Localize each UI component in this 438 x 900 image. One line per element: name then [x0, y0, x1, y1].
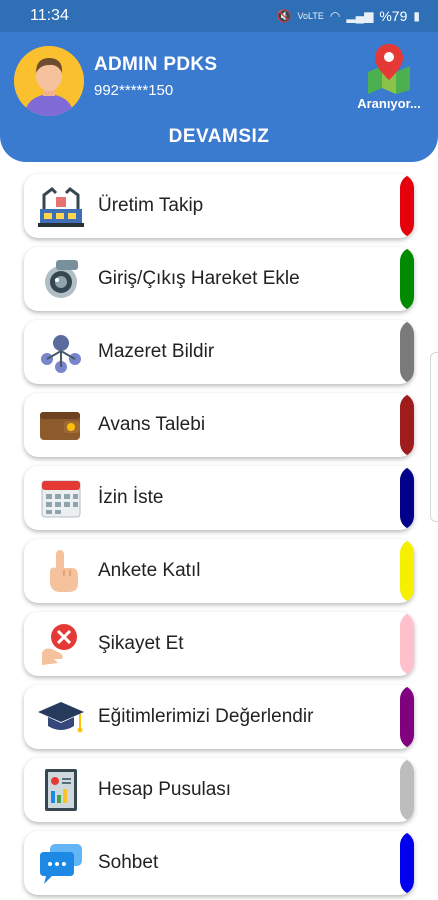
- accent-bar: [400, 393, 414, 457]
- accent-bar: [400, 247, 414, 311]
- accent-bar: [400, 685, 414, 749]
- menu-item-training-feedback[interactable]: Eğitimlerimizi Değerlendir: [24, 685, 414, 749]
- status-bar: 11:34 🔇 VoLTE ◠ ▂▄▆ %79 ▮: [0, 0, 438, 32]
- graduation-cap-icon: [34, 690, 88, 744]
- menu-item-production-tracking[interactable]: Üretim Takip: [24, 174, 414, 238]
- wifi-icon: ◠: [329, 9, 341, 23]
- menu-item-label: Üretim Takip: [98, 195, 204, 216]
- menu-item-label: Giriş/Çıkış Hareket Ekle: [98, 268, 300, 289]
- menu-item-payslip[interactable]: Hesap Pusulası: [24, 758, 414, 822]
- menu-item-label: Sohbet: [98, 852, 159, 873]
- user-phone: 992*****150: [94, 82, 174, 99]
- profile-header: ADMIN PDKS 992*****150 Aranıyor... DEVAM…: [0, 32, 438, 162]
- accent-bar: [400, 466, 414, 530]
- report-icon: [34, 763, 88, 817]
- accent-bar: [400, 539, 414, 603]
- battery-icon: ▮: [413, 9, 420, 23]
- factory-icon: [34, 179, 88, 233]
- menu-item-survey[interactable]: Ankete Katıl: [24, 539, 414, 603]
- status-icons: 🔇 VoLTE ◠ ▂▄▆ %79 ▮: [277, 8, 420, 24]
- status-time: 11:34: [30, 7, 69, 24]
- menu-item-label: Şikayet Et: [98, 633, 184, 654]
- complaint-hand-icon: [34, 617, 88, 671]
- menu-item-label: Eğitimlerimizi Değerlendir: [98, 706, 314, 727]
- battery-percent: %79: [379, 8, 408, 24]
- camera-icon: [34, 252, 88, 306]
- calendar-icon: [34, 471, 88, 525]
- accent-bar: [400, 612, 414, 676]
- menu-item-label: İzin İste: [98, 487, 164, 508]
- menu-item-chat[interactable]: Sohbet: [24, 831, 414, 895]
- accent-bar: [400, 758, 414, 822]
- menu-item-entry-exit[interactable]: Giriş/Çıkış Hareket Ekle: [24, 247, 414, 311]
- accent-bar: [400, 831, 414, 895]
- attendance-status: DEVAMSIZ: [168, 126, 270, 147]
- avatar[interactable]: [14, 46, 84, 116]
- menu-item-leave-request[interactable]: İzin İste: [24, 466, 414, 530]
- menu-item-label: Mazeret Bildir: [98, 341, 215, 362]
- map-pin-icon: [368, 44, 410, 94]
- mute-icon: 🔇: [276, 9, 292, 23]
- menu-item-advance-request[interactable]: Avans Talebi: [24, 393, 414, 457]
- user-name: ADMIN PDKS: [94, 54, 218, 75]
- location-status: Aranıyor...: [357, 96, 421, 111]
- menu-item-excuse-report[interactable]: Mazeret Bildir: [24, 320, 414, 384]
- accent-bar: [400, 174, 414, 238]
- chat-icon: [34, 836, 88, 890]
- network-people-icon: [34, 325, 88, 379]
- menu-item-label: Hesap Pusulası: [98, 779, 232, 800]
- edge-panel-handle[interactable]: [430, 352, 438, 522]
- menu-item-complaint[interactable]: Şikayet Et: [24, 612, 414, 676]
- accent-bar: [400, 320, 414, 384]
- main-menu: Üretim Takip Giriş/Çıkış Hareket Ekle Ma…: [24, 174, 414, 900]
- menu-item-label: Ankete Katıl: [98, 560, 201, 581]
- wallet-icon: [34, 398, 88, 452]
- pointing-hand-icon: [34, 544, 88, 598]
- volte-label: VoLTE: [297, 11, 324, 21]
- location-button[interactable]: Aranıyor...: [348, 42, 430, 111]
- menu-item-label: Avans Talebi: [98, 414, 206, 435]
- signal-icon: ▂▄▆: [346, 9, 374, 23]
